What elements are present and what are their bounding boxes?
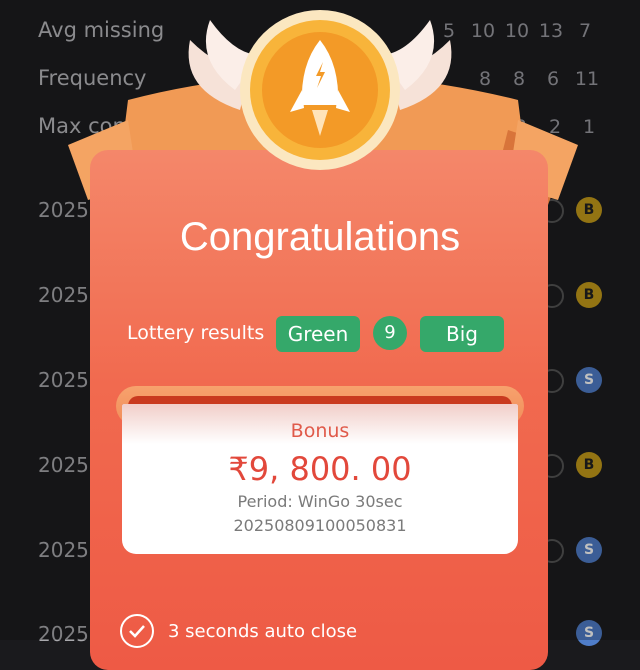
auto-close-label: 3 seconds auto close <box>168 620 358 642</box>
congratulations-title: Congratulations <box>179 215 461 259</box>
result-size-pill: Big <box>420 316 504 352</box>
result-number-ball: 9 <box>373 316 407 350</box>
check-icon[interactable] <box>120 614 154 648</box>
auto-close-toggle[interactable]: 3 seconds auto close <box>120 614 357 648</box>
period-id: 20250809100050831 <box>233 516 407 535</box>
period-info: Period: WinGo 30sec <box>237 492 403 511</box>
rocket-icon <box>290 40 350 136</box>
bonus-label: Bonus <box>290 420 350 442</box>
lottery-results-label: Lottery results <box>127 322 265 344</box>
bonus-amount: ₹9, 800. 00 <box>228 450 412 488</box>
result-color-pill: Green <box>276 316 360 352</box>
